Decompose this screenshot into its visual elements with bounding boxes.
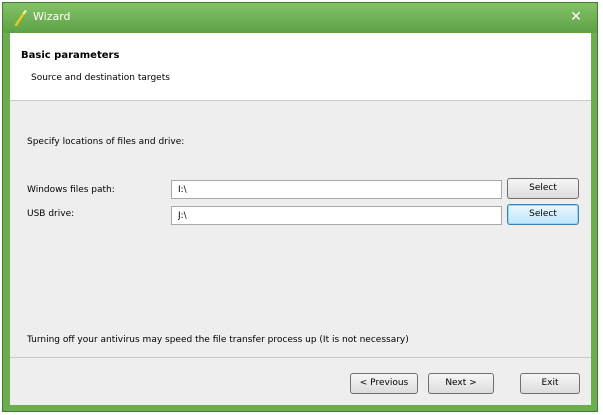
- windows-files-path-input[interactable]: [171, 180, 502, 199]
- wizard-header: Basic parameters Source and destination …: [10, 33, 591, 101]
- windows-files-path-label: Windows files path:: [27, 185, 115, 195]
- usb-drive-label: USB drive:: [27, 209, 75, 219]
- select-usb-drive-button[interactable]: Select: [507, 204, 579, 225]
- wand-icon: [13, 10, 27, 27]
- page-title: Basic parameters: [21, 50, 120, 61]
- close-icon[interactable]: ✕: [567, 9, 585, 25]
- page-subtitle: Source and destination targets: [31, 73, 170, 83]
- title-bar[interactable]: Wizard ✕: [3, 3, 597, 33]
- next-button[interactable]: Next >: [428, 373, 494, 394]
- window-title: Wizard: [33, 10, 71, 23]
- wizard-client-area: Basic parameters Source and destination …: [10, 33, 591, 405]
- exit-button[interactable]: Exit: [520, 373, 580, 394]
- previous-button[interactable]: < Previous: [350, 373, 418, 394]
- footer-divider: [10, 357, 591, 358]
- wizard-window: Wizard ✕ Basic parameters Source and des…: [2, 2, 598, 412]
- select-windows-path-button[interactable]: Select: [507, 178, 579, 199]
- instruction-text: Specify locations of files and drive:: [27, 137, 185, 147]
- antivirus-note: Turning off your antivirus may speed the…: [27, 335, 409, 345]
- usb-drive-input[interactable]: [171, 206, 502, 225]
